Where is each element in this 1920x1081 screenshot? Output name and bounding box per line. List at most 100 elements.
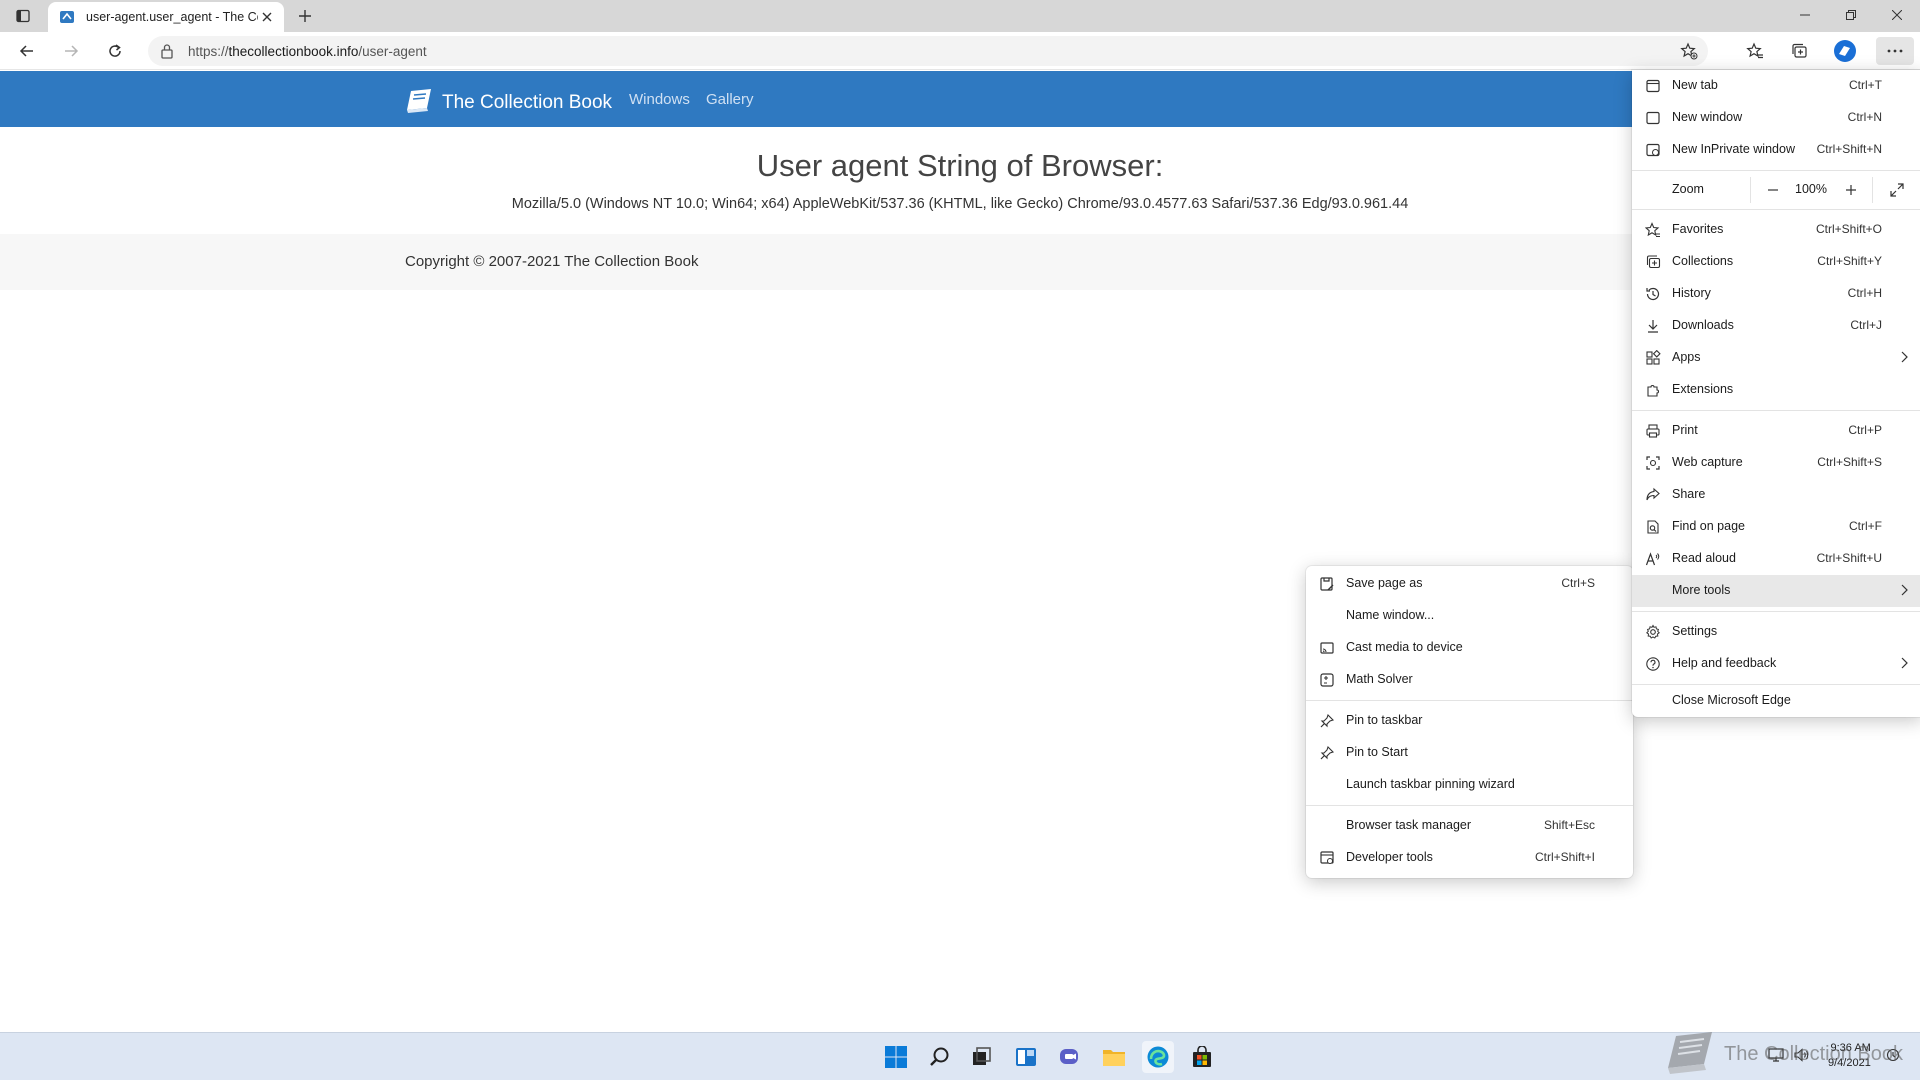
menu-item-web-capture[interactable]: Web capture Ctrl+Shift+S [1632,447,1920,479]
developer-tools-icon [1318,849,1336,867]
menu-separator [1632,611,1920,612]
print-icon [1644,422,1662,440]
menu-item-share[interactable]: Share [1632,479,1920,511]
collections-menu-icon [1644,253,1662,271]
minimize-button[interactable] [1782,0,1828,30]
nav-link-windows[interactable]: Windows [629,91,690,108]
task-view-icon[interactable] [966,1041,998,1073]
close-window-button[interactable] [1874,0,1920,30]
book-watermark-icon [1664,1028,1716,1081]
extensions-icon [1644,381,1662,399]
menu-item-extensions[interactable]: Extensions [1632,374,1920,406]
save-page-icon [1318,575,1336,593]
menu-separator [1632,209,1920,210]
history-icon [1644,285,1662,303]
menu-separator [1306,700,1633,701]
collections-icon[interactable] [1784,37,1814,65]
menu-item-help-feedback[interactable]: Help and feedback [1632,648,1920,680]
menu-item-pin-taskbar[interactable]: Pin to taskbar [1306,705,1633,737]
start-button[interactable] [880,1041,912,1073]
chat-icon[interactable] [1054,1041,1086,1073]
menu-separator [1632,410,1920,411]
widgets-icon[interactable] [1010,1041,1042,1073]
zoom-row: Zoom 100% [1632,171,1920,209]
chevron-right-icon [1900,583,1908,601]
browser-tab[interactable]: user-agent.user_agent - The Coll [48,2,284,32]
favorites-star-icon [1644,221,1662,239]
menu-item-close-edge[interactable]: Close Microsoft Edge [1632,685,1920,717]
pin-start-icon [1318,744,1336,762]
inprivate-icon [1644,141,1662,159]
pin-icon [1318,712,1336,730]
menu-separator [1306,805,1633,806]
book-logo-icon [404,86,434,119]
site-brand[interactable]: The Collection Book [404,86,612,119]
zoom-out-button[interactable] [1758,177,1788,203]
watermark-text: The Collection Book [1724,1043,1903,1065]
menu-item-save-page[interactable]: Save page as Ctrl+S [1306,568,1633,600]
chevron-right-icon [1900,656,1908,674]
browser-toolbar: https://thecollectionbook.info/user-agen… [0,32,1920,70]
menu-item-settings[interactable]: Settings [1632,616,1920,648]
menu-item-collections[interactable]: Collections Ctrl+Shift+Y [1632,246,1920,278]
download-icon [1644,317,1662,335]
settings-more-icon[interactable] [1876,37,1914,65]
menu-item-pin-start[interactable]: Pin to Start [1306,737,1633,769]
menu-item-history[interactable]: History Ctrl+H [1632,278,1920,310]
edge-browser-icon[interactable] [1142,1041,1174,1073]
add-favorite-icon[interactable] [1680,42,1698,65]
menu-item-downloads[interactable]: Downloads Ctrl+J [1632,310,1920,342]
cast-icon [1318,639,1336,657]
apps-icon [1644,349,1662,367]
address-bar[interactable]: https://thecollectionbook.info/user-agen… [148,36,1708,66]
zoom-divider [1872,177,1873,203]
file-explorer-icon[interactable] [1098,1041,1130,1073]
close-tab-icon[interactable] [258,8,276,26]
menu-item-pinning-wizard[interactable]: Launch taskbar pinning wizard [1306,769,1633,801]
new-window-icon [1644,109,1662,127]
tab-strip: user-agent.user_agent - The Coll [0,0,1920,32]
menu-item-new-window[interactable]: New window Ctrl+N [1632,102,1920,134]
lock-icon[interactable] [160,43,174,64]
copyright-text: Copyright © 2007-2021 The Collection Boo… [405,253,699,270]
menu-item-more-tools[interactable]: More tools [1632,575,1920,607]
share-icon [1644,486,1662,504]
menu-item-new-tab[interactable]: New tab Ctrl+T [1632,70,1920,102]
menu-item-read-aloud[interactable]: Read aloud Ctrl+Shift+U [1632,543,1920,575]
tab-actions-icon[interactable] [10,4,36,28]
menu-item-apps[interactable]: Apps [1632,342,1920,374]
profile-extension-icon[interactable] [1830,37,1860,65]
settings-and-more-menu: New tab Ctrl+T New window Ctrl+N New InP… [1632,70,1920,717]
fullscreen-button[interactable] [1882,177,1912,203]
back-button[interactable] [12,37,42,65]
menu-item-find-on-page[interactable]: Find on page Ctrl+F [1632,511,1920,543]
menu-item-print[interactable]: Print Ctrl+P [1632,415,1920,447]
restore-button[interactable] [1828,0,1874,30]
menu-item-cast-media[interactable]: Cast media to device [1306,632,1633,664]
collection-book-watermark: The Collection Book [1664,1028,1903,1081]
menu-item-new-inprivate[interactable]: New InPrivate window Ctrl+Shift+N [1632,134,1920,166]
menu-item-favorites[interactable]: Favorites Ctrl+Shift+O [1632,214,1920,246]
refresh-button[interactable] [100,37,130,65]
chevron-right-icon [1900,350,1908,368]
read-aloud-icon [1644,550,1662,568]
more-tools-submenu: Save page as Ctrl+S Name window... Cast … [1306,566,1633,878]
nav-link-gallery[interactable]: Gallery [706,91,754,108]
menu-item-name-window[interactable]: Name window... [1306,600,1633,632]
windows-taskbar: 9:36 AM 9/4/2021 [0,1032,1920,1080]
favorites-icon[interactable] [1740,37,1770,65]
microsoft-store-icon[interactable] [1186,1041,1218,1073]
menu-item-developer-tools[interactable]: Developer tools Ctrl+Shift+I [1306,842,1633,874]
web-capture-icon [1644,454,1662,472]
zoom-level: 100% [1795,182,1827,196]
find-icon [1644,518,1662,536]
menu-item-task-manager[interactable]: Browser task manager Shift+Esc [1306,810,1633,842]
zoom-in-button[interactable] [1836,177,1866,203]
forward-button[interactable] [56,37,86,65]
search-icon[interactable] [924,1041,956,1073]
zoom-divider [1750,177,1751,203]
menu-item-math-solver[interactable]: Math Solver [1306,664,1633,696]
new-tab-button[interactable] [292,4,318,28]
math-solver-icon [1318,671,1336,689]
brand-name: The Collection Book [442,91,613,113]
